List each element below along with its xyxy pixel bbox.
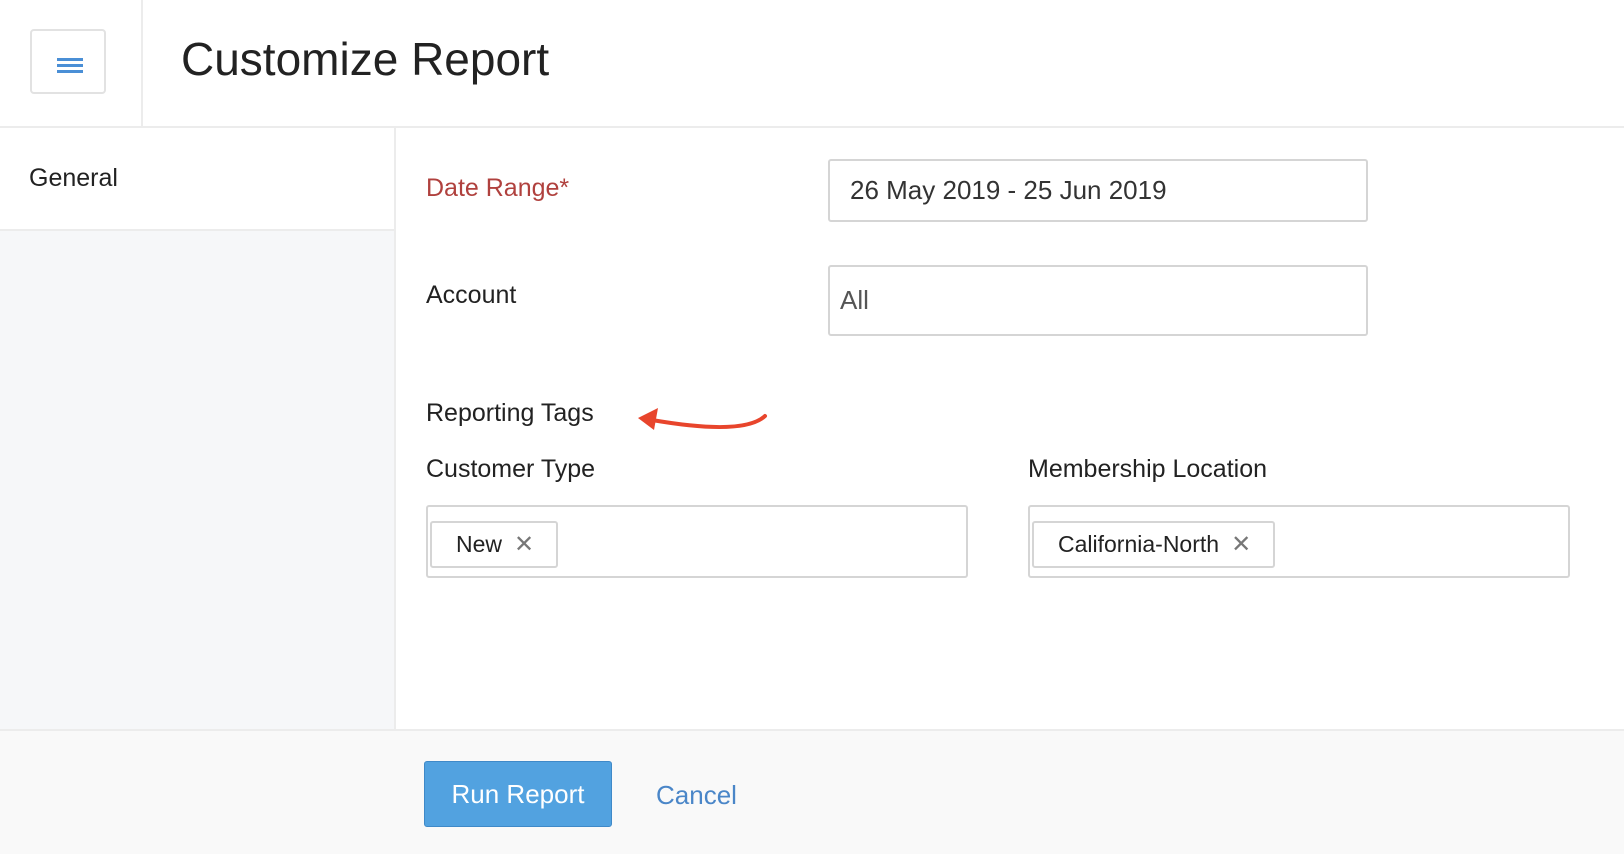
customer-type-label: Customer Type: [426, 455, 596, 483]
annotation-arrow-icon: [638, 408, 767, 430]
tag-label: California-North: [1058, 531, 1220, 557]
sidebar: General: [0, 128, 396, 729]
remove-tag-icon[interactable]: ✕: [1231, 530, 1251, 559]
account-label: Account: [426, 281, 517, 309]
customer-type-input[interactable]: New ✕: [426, 505, 968, 578]
menu-cell: [0, 0, 143, 126]
footer: Run Report Cancel: [0, 729, 1624, 854]
reporting-tags-heading: Reporting Tags: [426, 399, 594, 427]
page-title: Customize Report: [181, 33, 550, 85]
header: Customize Report: [0, 0, 1624, 128]
menu-button[interactable]: [30, 29, 106, 94]
tag-chip: New ✕: [430, 521, 559, 568]
date-range-label: Date Range*: [426, 174, 570, 202]
cancel-link[interactable]: Cancel: [656, 780, 737, 811]
date-range-input[interactable]: 26 May 2019 - 25 Jun 2019: [828, 159, 1368, 222]
tag-label: New: [456, 531, 503, 557]
sidebar-item-general[interactable]: General: [0, 128, 394, 231]
membership-location-label: Membership Location: [1028, 455, 1268, 483]
tag-chip: California-North ✕: [1032, 521, 1276, 568]
account-select[interactable]: All: [828, 265, 1368, 336]
membership-location-input[interactable]: California-North ✕: [1028, 505, 1570, 578]
remove-tag-icon[interactable]: ✕: [514, 530, 534, 559]
run-report-button[interactable]: Run Report: [424, 761, 612, 827]
